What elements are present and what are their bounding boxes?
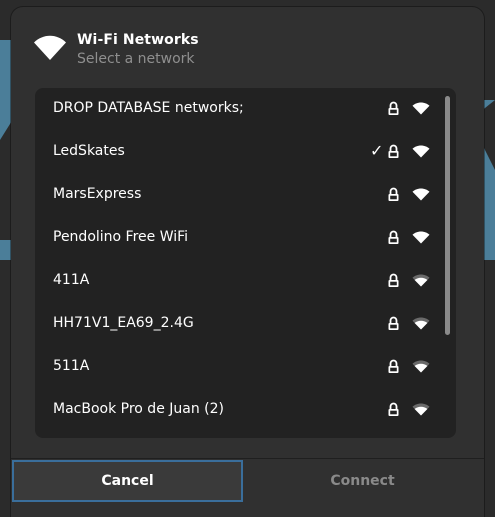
lock-icon bbox=[388, 187, 399, 201]
network-row[interactable]: HH71V1_EA69_2.4G bbox=[35, 303, 456, 346]
wifi-signal-icon bbox=[412, 360, 430, 373]
network-name: Pendolino Free WiFi bbox=[53, 229, 189, 245]
network-list-frame: DROP DATABASE networks; LedSkates ✓ MarsExp… bbox=[35, 88, 456, 438]
lock-icon bbox=[388, 230, 399, 244]
wifi-signal-icon bbox=[412, 145, 430, 158]
wifi-icon bbox=[34, 35, 66, 60]
network-row[interactable]: 411A bbox=[35, 260, 456, 303]
dialog-footer: Cancel Connect bbox=[11, 458, 484, 517]
connect-button[interactable]: Connect bbox=[247, 460, 478, 502]
dialog-title: Wi-Fi Networks bbox=[77, 32, 199, 48]
dialog-subtitle: Select a network bbox=[77, 51, 195, 67]
network-name: HH71V1_EA69_2.4G bbox=[53, 315, 194, 331]
wifi-signal-icon bbox=[412, 231, 430, 244]
network-row[interactable]: MacBook Pro de Juan (2) bbox=[35, 389, 456, 432]
list-scrollbar[interactable] bbox=[445, 96, 450, 335]
wifi-signal-icon bbox=[412, 102, 430, 115]
lock-icon bbox=[388, 101, 399, 115]
wifi-signal-icon bbox=[412, 317, 430, 330]
lock-icon bbox=[388, 144, 399, 158]
network-name: MacBook Pro de Juan (2) bbox=[53, 401, 224, 417]
wifi-signal-icon bbox=[412, 403, 430, 416]
wifi-signal-icon bbox=[412, 188, 430, 201]
wifi-signal-icon bbox=[412, 274, 430, 287]
cancel-button[interactable]: Cancel bbox=[12, 460, 243, 502]
network-name: DROP DATABASE networks; bbox=[53, 100, 244, 116]
network-name: 411A bbox=[53, 272, 90, 288]
wifi-dialog: Wi-Fi Networks Select a network DROP DAT… bbox=[11, 7, 484, 517]
dialog-header: Wi-Fi Networks Select a network bbox=[11, 7, 484, 87]
network-row[interactable]: MarsExpress bbox=[35, 174, 456, 217]
network-row[interactable]: DROP DATABASE networks; bbox=[35, 88, 456, 131]
network-list: DROP DATABASE networks; LedSkates ✓ MarsExp… bbox=[35, 88, 456, 432]
network-row[interactable]: LedSkates ✓ bbox=[35, 131, 456, 174]
lock-icon bbox=[388, 402, 399, 416]
lock-icon bbox=[388, 273, 399, 287]
lock-icon bbox=[388, 316, 399, 330]
network-name: 511A bbox=[53, 358, 90, 374]
network-name: LedSkates bbox=[53, 143, 125, 159]
network-row[interactable]: 511A bbox=[35, 346, 456, 389]
network-row[interactable]: Pendolino Free WiFi bbox=[35, 217, 456, 260]
lock-icon bbox=[388, 359, 399, 373]
network-name: MarsExpress bbox=[53, 186, 142, 202]
checkmark-icon: ✓ bbox=[370, 141, 384, 160]
